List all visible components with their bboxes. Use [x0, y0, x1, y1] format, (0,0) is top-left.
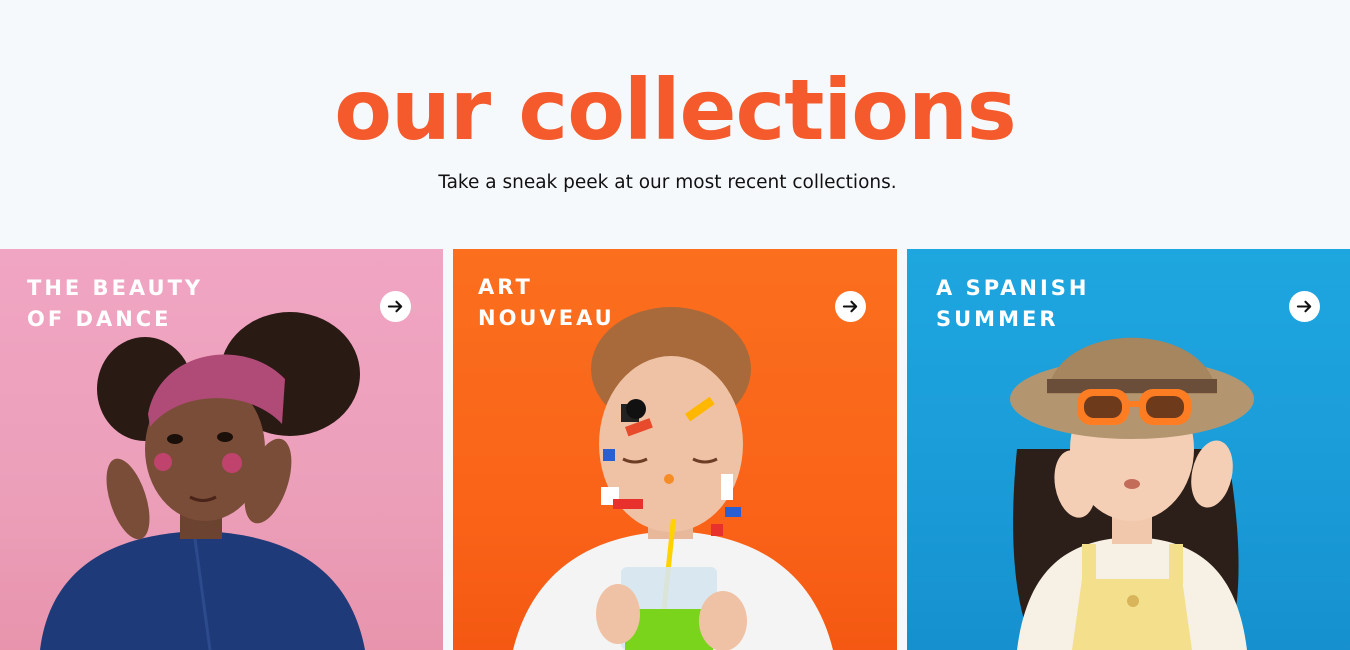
card-arrow-button[interactable]	[380, 291, 411, 322]
section-title: our collections	[334, 61, 1017, 159]
collections-header: our collections Take a sneak peek at our…	[0, 0, 1350, 249]
card-title-line: NOUVEAU	[478, 306, 615, 330]
card-arrow-button[interactable]	[835, 291, 866, 322]
section-subtitle: Take a sneak peek at our most recent col…	[438, 172, 897, 193]
collection-card-art-nouveau[interactable]: ART NOUVEAU	[453, 249, 897, 650]
collection-card-spanish-summer[interactable]: A SPANISH SUMMER	[907, 249, 1350, 650]
card-title-line: A SPANISH	[936, 276, 1090, 300]
card-title-line: THE BEAUTY	[27, 276, 204, 300]
arrow-right-icon	[1296, 300, 1312, 313]
card-title-line: OF DANCE	[27, 307, 172, 331]
collection-card-beauty-of-dance[interactable]: THE BEAUTY OF DANCE	[0, 249, 443, 650]
arrow-right-icon	[387, 300, 403, 313]
arrow-right-icon	[842, 300, 858, 313]
card-title: THE BEAUTY OF DANCE	[27, 273, 287, 335]
card-title: A SPANISH SUMMER	[936, 273, 1196, 335]
card-title-line: ART	[478, 275, 533, 299]
collection-cards: THE BEAUTY OF DANCE ART NOUVEAU A SPANIS…	[0, 249, 1350, 650]
card-arrow-button[interactable]	[1289, 291, 1320, 322]
card-title-line: SUMMER	[936, 307, 1059, 331]
card-title: ART NOUVEAU	[478, 272, 738, 334]
